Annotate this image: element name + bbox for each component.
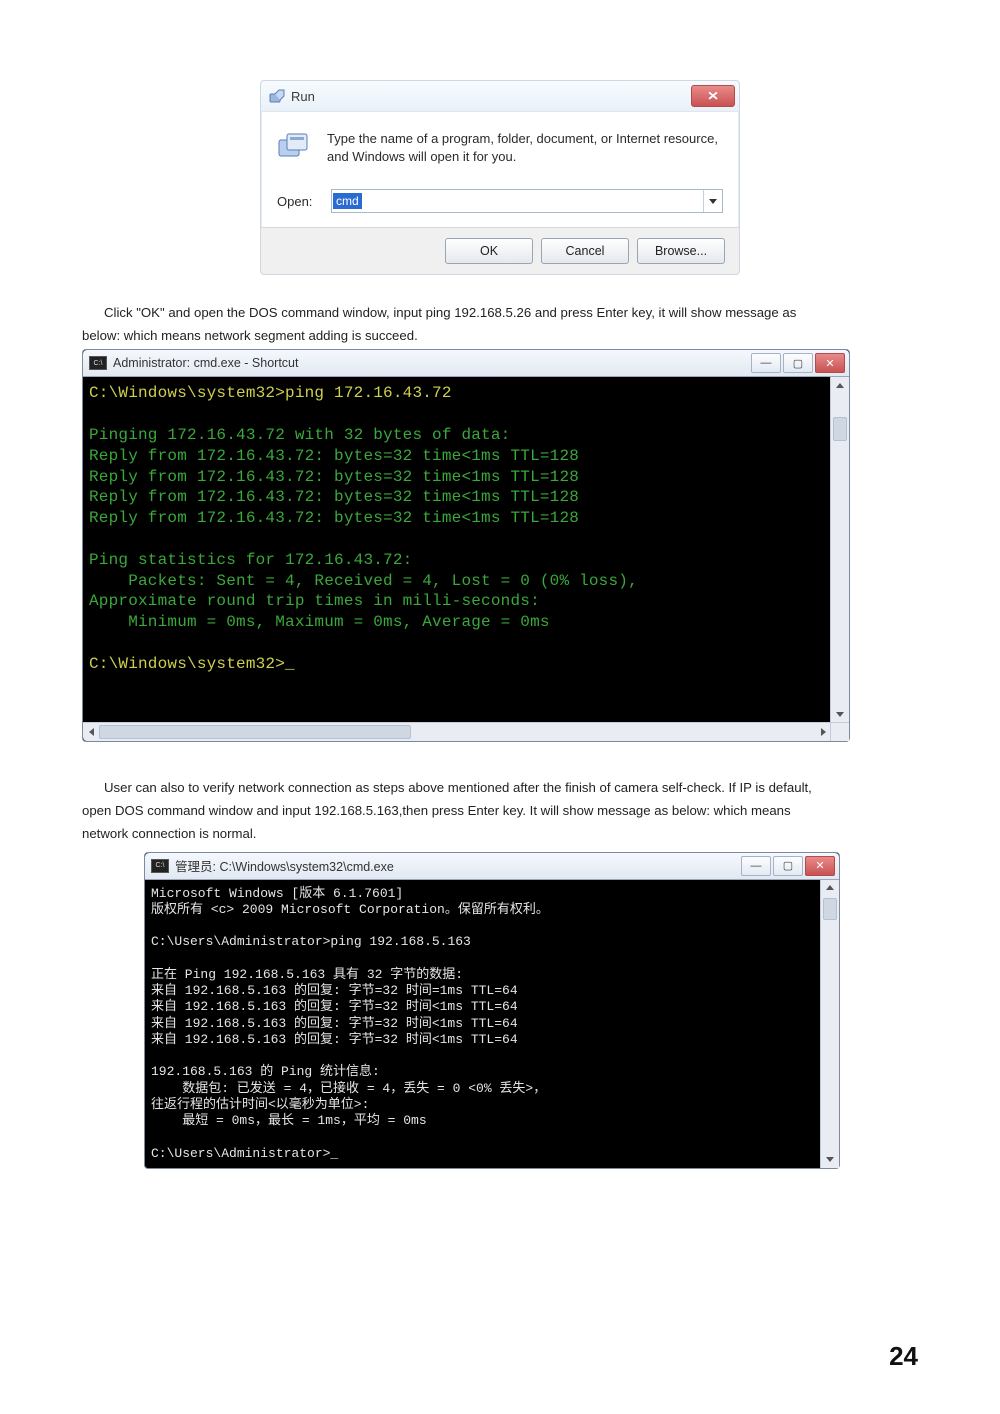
- page-number: 24: [889, 1341, 918, 1372]
- cmd2-r3: 来自 192.168.5.163 的回复: 字节=32 时间<1ms TTL=6…: [151, 1016, 518, 1031]
- minimize-icon: —: [751, 860, 762, 872]
- cmd2-titlebar: C:\ 管理员: C:\Windows\system32\cmd.exe — ▢…: [145, 853, 839, 880]
- minimize-button[interactable]: —: [751, 353, 781, 373]
- scroll-up-icon[interactable]: [821, 880, 839, 896]
- paragraph-1b: below: which means network segment addin…: [82, 326, 918, 345]
- paragraph-2c: network connection is normal.: [82, 824, 918, 843]
- cmd1-minmax: Minimum = 0ms, Maximum = 0ms, Average = …: [89, 613, 550, 631]
- horizontal-scrollbar[interactable]: [83, 722, 849, 741]
- cmd1-approx: Approximate round trip times in milli-se…: [89, 592, 540, 610]
- open-input[interactable]: cmd: [331, 189, 723, 213]
- scroll-right-icon[interactable]: [815, 723, 831, 741]
- cmd2-s2: 数据包: 已发送 = 4，已接收 = 4，丢失 = 0 <0% 丢失>，: [151, 1081, 546, 1096]
- cmd1-title: Administrator: cmd.exe - Shortcut: [113, 356, 298, 370]
- browse-button[interactable]: Browse...: [637, 238, 725, 264]
- cmd1-reply: Reply from 172.16.43.72: bytes=32 time<1…: [89, 468, 579, 486]
- cmd2-content[interactable]: Microsoft Windows [版本 6.1.7601] 版权所有 <c>…: [145, 880, 839, 1168]
- cmd2-l1: Microsoft Windows [版本 6.1.7601]: [151, 886, 403, 901]
- cmd2-prompt1: C:\Users\Administrator>ping 192.168.5.16…: [151, 934, 471, 949]
- scroll-up-icon[interactable]: [831, 377, 849, 393]
- paragraph-2b: open DOS command window and input 192.16…: [82, 801, 918, 820]
- minimize-button[interactable]: —: [741, 856, 771, 876]
- cmd1-stats-title: Ping statistics for 172.16.43.72:: [89, 551, 412, 569]
- cmd1-reply: Reply from 172.16.43.72: bytes=32 time<1…: [89, 509, 579, 527]
- paragraph-1a: Click "OK" and open the DOS command wind…: [82, 303, 918, 322]
- cmd1-packets: Packets: Sent = 4, Received = 4, Lost = …: [89, 572, 638, 590]
- cmd2-prompt2: C:\Users\Administrator>_: [151, 1146, 338, 1161]
- close-icon: ✕: [707, 89, 719, 103]
- scroll-left-icon[interactable]: [83, 723, 99, 741]
- cmd1-command: ping 172.16.43.72: [285, 384, 452, 402]
- close-icon: ✕: [825, 357, 834, 370]
- scroll-corner: [830, 723, 849, 741]
- cmd-icon: C:\: [151, 859, 169, 873]
- cmd2-l2: 版权所有 <c> 2009 Microsoft Corporation。保留所有…: [151, 902, 549, 917]
- cmd1-titlebar: C:\ Administrator: cmd.exe - Shortcut — …: [83, 350, 849, 377]
- run-footer: OK Cancel Browse...: [261, 227, 739, 274]
- close-icon: ✕: [815, 859, 824, 872]
- cmd2-r1: 来自 192.168.5.163 的回复: 字节=32 时间=1ms TTL=6…: [151, 983, 518, 998]
- scroll-thumb[interactable]: [823, 898, 837, 920]
- ok-button[interactable]: OK: [445, 238, 533, 264]
- run-icon: [269, 88, 285, 104]
- cmd-icon: C:\: [89, 356, 107, 370]
- scroll-thumb[interactable]: [99, 725, 411, 739]
- cmd1-content[interactable]: C:\Windows\system32>ping 172.16.43.72 Pi…: [83, 377, 849, 722]
- scroll-down-icon[interactable]: [831, 706, 849, 722]
- cmd2-title: 管理员: C:\Windows\system32\cmd.exe: [175, 856, 394, 875]
- open-dropdown-button[interactable]: [703, 190, 722, 212]
- cmd2-r2: 来自 192.168.5.163 的回复: 字节=32 时间<1ms TTL=6…: [151, 999, 518, 1014]
- cmd2-r0: 正在 Ping 192.168.5.163 具有 32 字节的数据:: [151, 967, 463, 982]
- close-button[interactable]: ✕: [815, 353, 845, 373]
- run-title: Run: [291, 89, 315, 104]
- maximize-icon: ▢: [783, 859, 793, 872]
- cmd1-prompt2: C:\Windows\system32>_: [89, 655, 295, 673]
- open-label: Open:: [277, 194, 317, 209]
- cmd1-header: Pinging 172.16.43.72 with 32 bytes of da…: [89, 426, 510, 444]
- run-titlebar: Run ✕: [261, 81, 739, 112]
- cmd2-s1: 192.168.5.163 的 Ping 统计信息:: [151, 1064, 380, 1079]
- vertical-scrollbar[interactable]: [830, 377, 849, 722]
- scroll-thumb[interactable]: [833, 417, 847, 441]
- program-icon: [277, 132, 311, 160]
- chevron-down-icon: [709, 199, 717, 204]
- minimize-icon: —: [761, 357, 772, 369]
- scroll-down-icon[interactable]: [821, 1152, 839, 1168]
- cmd2-r4: 来自 192.168.5.163 的回复: 字节=32 时间<1ms TTL=6…: [151, 1032, 518, 1047]
- cmd2-s3: 往返行程的估计时间<以毫秒为单位>:: [151, 1097, 369, 1112]
- close-button[interactable]: ✕: [805, 856, 835, 876]
- cmd-window-2: C:\ 管理员: C:\Windows\system32\cmd.exe — ▢…: [144, 852, 840, 1169]
- run-description: Type the name of a program, folder, docu…: [327, 130, 723, 165]
- vertical-scrollbar[interactable]: [820, 880, 839, 1168]
- paragraph-2a: User can also to verify network connecti…: [82, 778, 918, 797]
- cmd1-prompt1: C:\Windows\system32>: [89, 384, 285, 402]
- close-button[interactable]: ✕: [691, 85, 735, 107]
- cmd2-s4: 最短 = 0ms，最长 = 1ms，平均 = 0ms: [151, 1113, 427, 1128]
- run-dialog: Run ✕ Type the name of a program, folder…: [260, 80, 740, 275]
- open-value: cmd: [333, 193, 362, 209]
- cmd1-reply: Reply from 172.16.43.72: bytes=32 time<1…: [89, 447, 579, 465]
- maximize-button[interactable]: ▢: [773, 856, 803, 876]
- maximize-icon: ▢: [793, 357, 803, 370]
- cancel-button[interactable]: Cancel: [541, 238, 629, 264]
- cmd1-reply: Reply from 172.16.43.72: bytes=32 time<1…: [89, 488, 579, 506]
- maximize-button[interactable]: ▢: [783, 353, 813, 373]
- cmd-window-1: C:\ Administrator: cmd.exe - Shortcut — …: [82, 349, 850, 742]
